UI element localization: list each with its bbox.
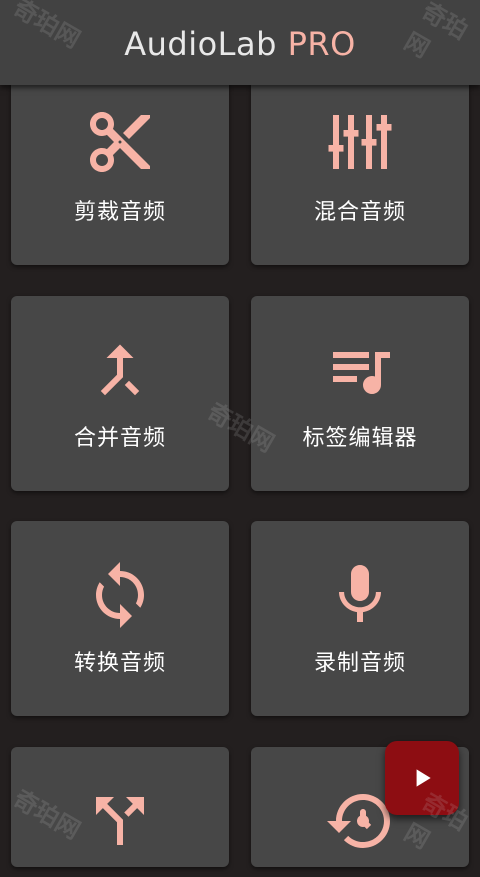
tile-label: 混合音频 [313,200,406,225]
scissors-icon [90,112,150,172]
merge-arrows-icon [100,344,140,396]
tile-label: 转换音频 [73,651,166,676]
app-title-main: AudioLab [124,24,277,63]
mix-audio-tile[interactable]: 混合音频 [251,76,469,265]
sync-arrows-icon [96,562,144,628]
split-audio-tile[interactable] [11,747,229,867]
merge-audio-tile[interactable]: 合并音频 [11,296,229,491]
app-bar: AudioLab PRO [0,0,480,85]
tag-editor-tile[interactable]: 标签编辑器 [251,296,469,491]
app-title: AudioLab PRO [124,23,356,63]
play-icon [416,769,431,787]
record-audio-tile[interactable]: 录制音频 [251,521,469,716]
tool-grid: 剪裁音频 混合音频 合并音频 标签编辑器 转换音频 录制音频 [0,0,480,867]
convert-audio-tile[interactable]: 转换音频 [11,521,229,716]
play-fab-button[interactable] [385,741,459,815]
mixer-sliders-icon [328,115,392,169]
playlist-music-icon [333,352,390,394]
tile-label: 录制音频 [313,651,406,676]
tile-label: 剪裁音频 [73,200,166,225]
tile-label: 合并音频 [73,426,166,451]
tile-label: 标签编辑器 [302,426,418,451]
app-title-accent: PRO [276,24,356,63]
trim-audio-tile[interactable]: 剪裁音频 [11,76,229,265]
microphone-icon [339,565,381,622]
split-arrows-icon [96,797,144,845]
